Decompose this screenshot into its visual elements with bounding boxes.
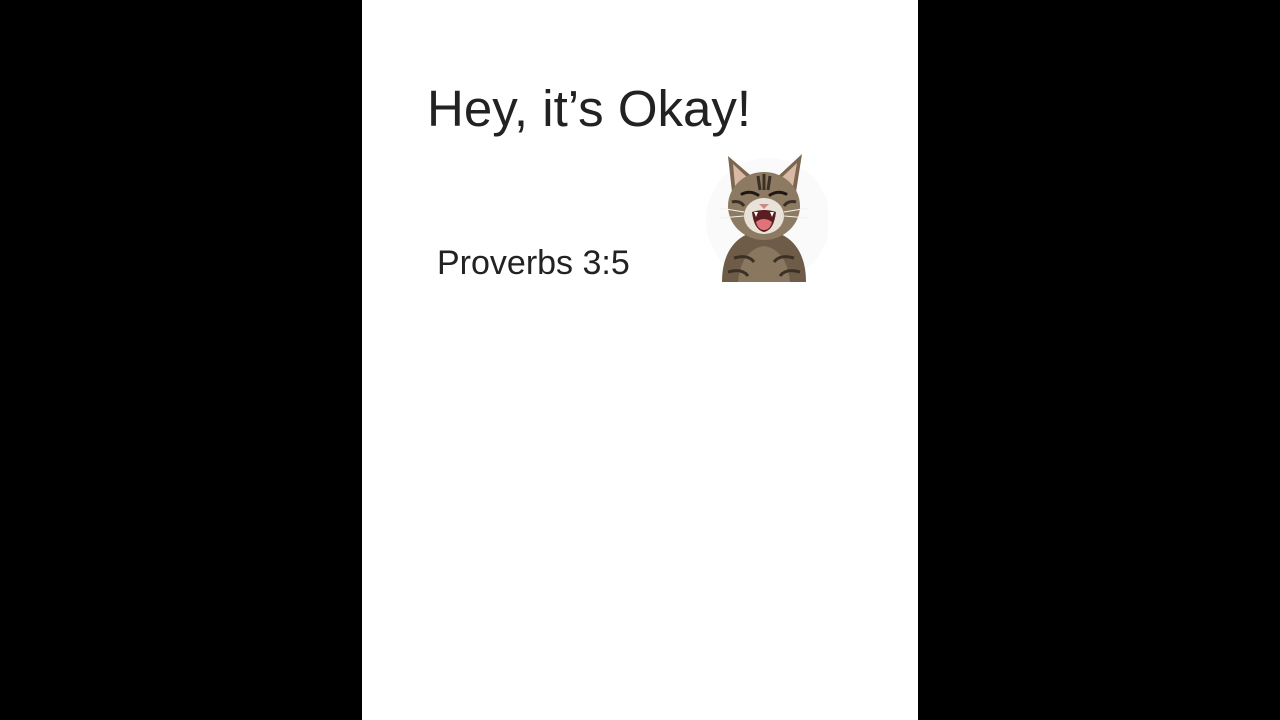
scripture-reference: Proverbs 3:5	[437, 244, 630, 282]
document-page: Hey, it’s Okay! Proverbs 3:5	[362, 0, 918, 720]
video-frame: Hey, it’s Okay! Proverbs 3:5	[0, 0, 1280, 720]
page-title: Hey, it’s Okay!	[427, 80, 752, 137]
laughing-kitten-icon	[698, 150, 830, 282]
